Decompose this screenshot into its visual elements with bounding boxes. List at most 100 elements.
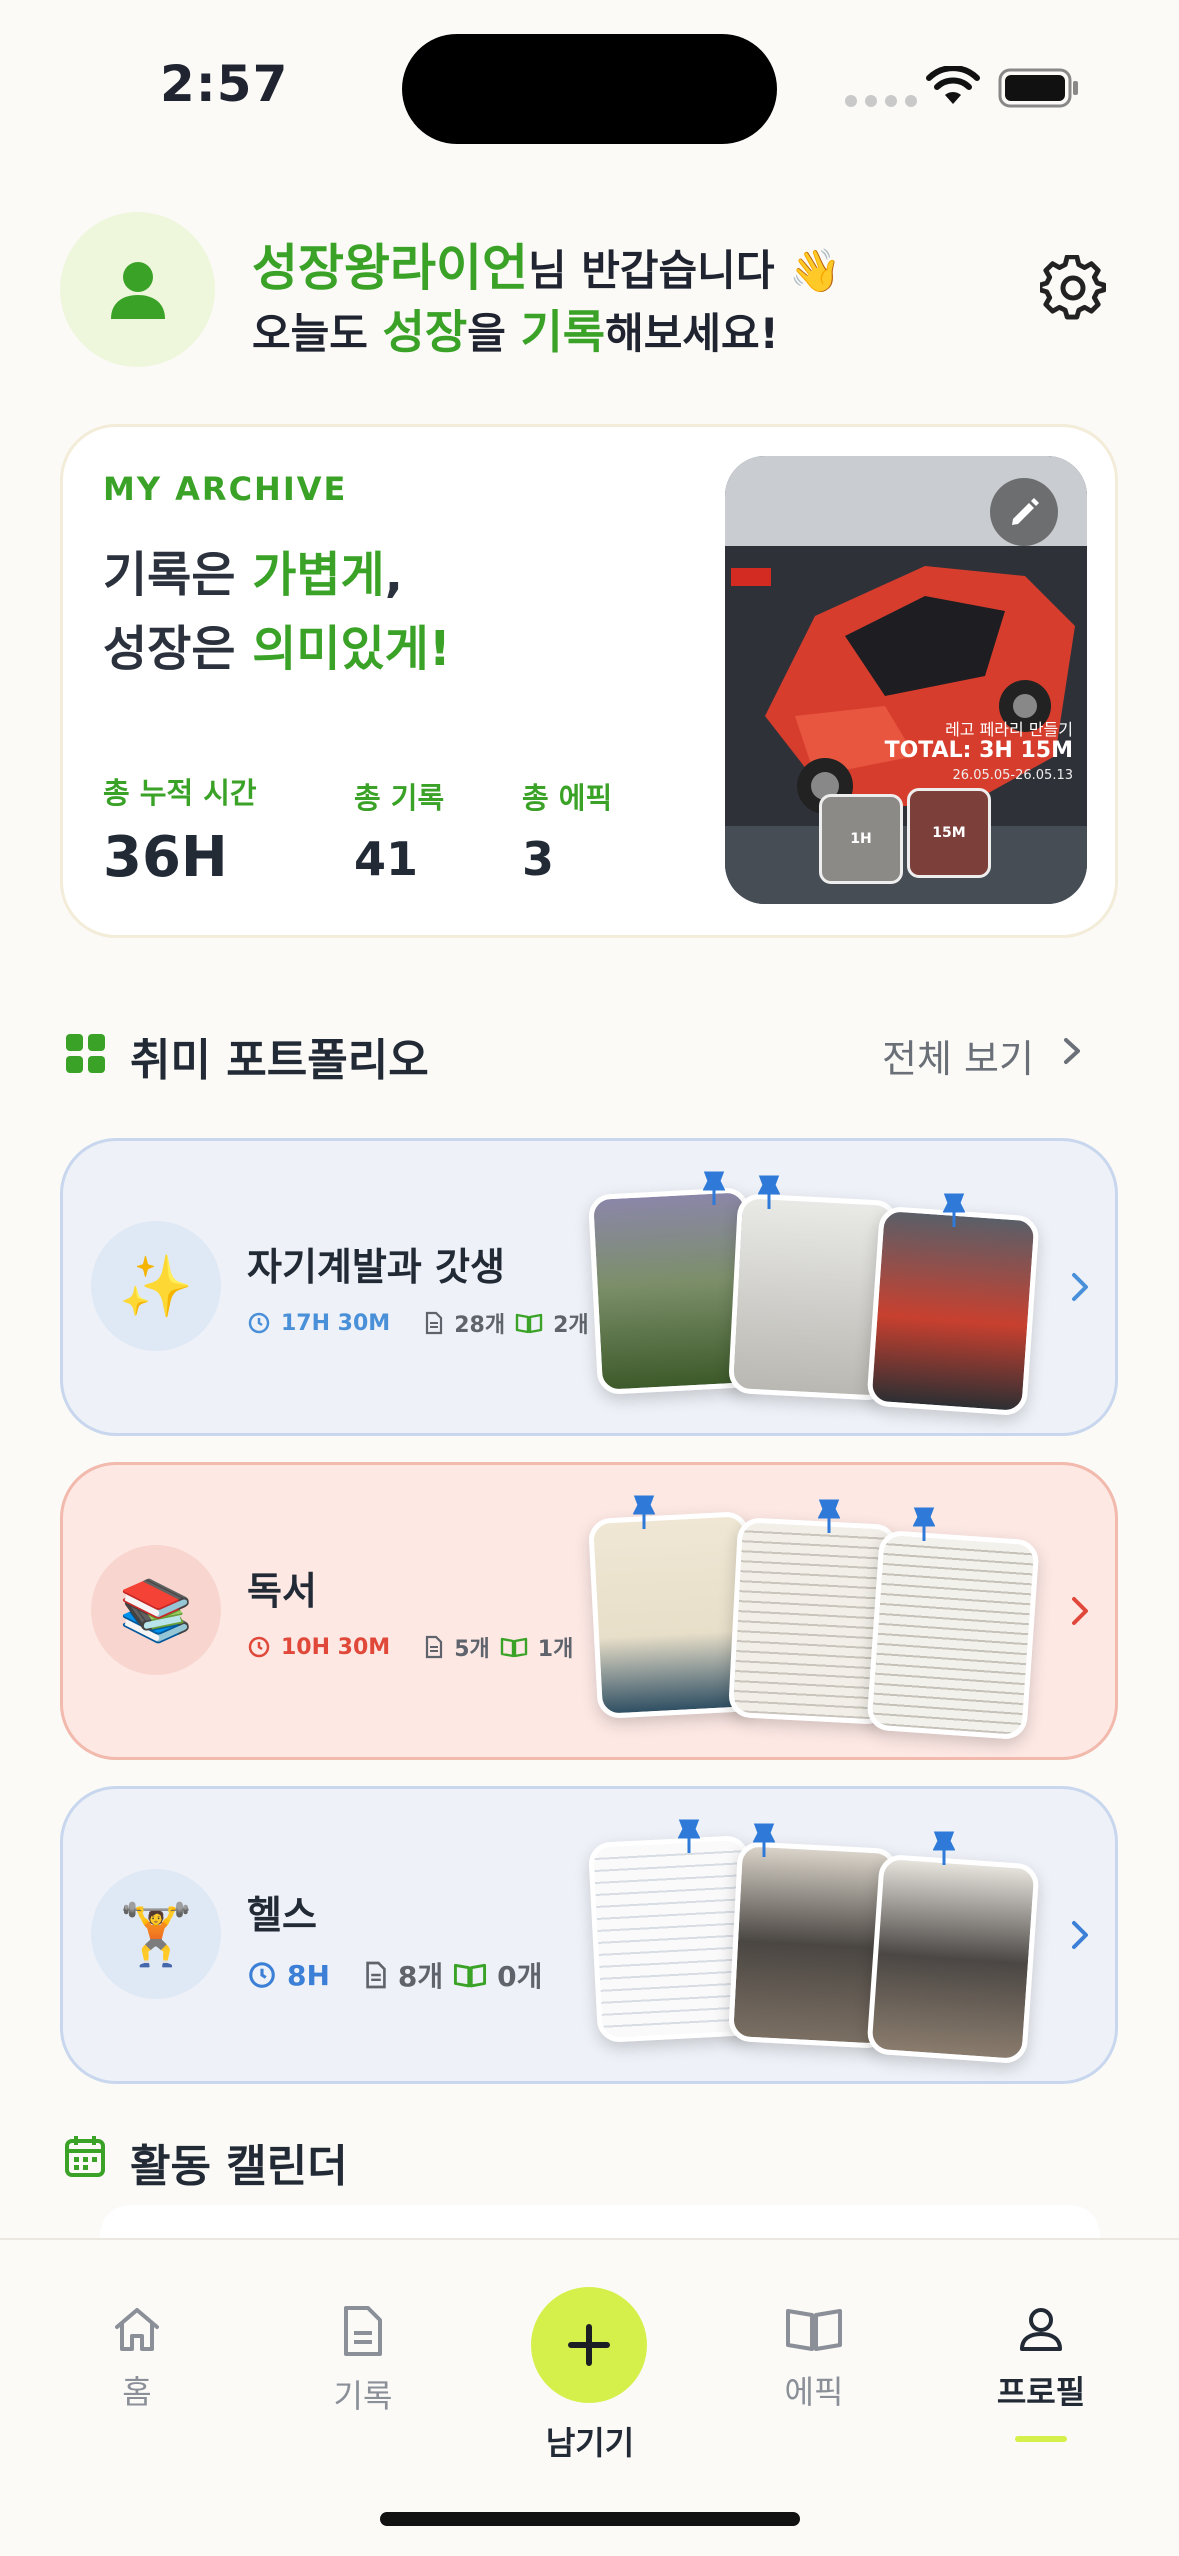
- archive-label: MY ARCHIVE: [103, 470, 348, 508]
- calendar-title: 활동 캘린더: [130, 2141, 348, 2192]
- archive-photo-range: 26.05.05-26.05.13: [952, 768, 1073, 783]
- archive-thumb-1[interactable]: 1H: [819, 794, 903, 884]
- book-open-icon: [500, 1637, 527, 1658]
- hobby-records: 28개: [454, 1313, 506, 1338]
- archive-title-highlight: 의미있게!: [252, 621, 451, 677]
- hobby-meta: 17H 30M 28개 2개: [247, 1307, 589, 1339]
- hobby-meta: 10H 30M 5개 1개: [247, 1631, 573, 1663]
- hobby-photo-stack[interactable]: [587, 1819, 1063, 2065]
- books-icon: 📚: [91, 1545, 221, 1675]
- book-open-icon: [454, 1963, 487, 1988]
- hobby-name: 독서: [247, 1569, 317, 1613]
- hobby-name: 자기계발과 갓생: [247, 1245, 505, 1289]
- document-icon: [426, 1635, 443, 1659]
- stat-total-epics-label: 총 에픽: [522, 781, 613, 815]
- clock-icon: [248, 1312, 270, 1334]
- greeting-text: 을: [467, 309, 521, 358]
- tab-records[interactable]: 기록: [283, 2305, 443, 2417]
- active-tab-indicator: [1015, 2436, 1067, 2442]
- book-open-icon: [786, 2309, 842, 2351]
- document-icon: [426, 1311, 443, 1335]
- greeting-highlight-record: 기록: [520, 305, 606, 359]
- grid-icon: [66, 1034, 105, 1073]
- tab-profile[interactable]: 프로필: [961, 2305, 1121, 2413]
- pin-icon: [753, 1823, 775, 1857]
- pin-icon: [703, 1171, 725, 1205]
- stat-total-time-value: 36H: [103, 825, 228, 890]
- archive-title-text: ,: [384, 547, 403, 603]
- battery-icon: [998, 68, 1078, 108]
- hobby-name: 헬스: [247, 1893, 317, 1937]
- weightlifter-icon: 🏋️: [91, 1869, 221, 1999]
- pin-icon: [913, 1507, 935, 1541]
- greeting-line-2: 오늘도 성장을 기록해보세요!: [252, 296, 779, 362]
- hobby-epics: 1개: [537, 1637, 574, 1662]
- tab-epic-label: 에픽: [784, 2373, 844, 2411]
- tab-epic[interactable]: 에픽: [734, 2305, 894, 2413]
- archive-title-text: 기록은: [103, 547, 253, 603]
- archive-title-text: 성장은: [103, 621, 253, 677]
- chevron-right-icon[interactable]: [1060, 1036, 1084, 1066]
- hobby-card[interactable]: 📚 독서 10H 30M 5개 1개: [60, 1462, 1118, 1760]
- pin-icon: [678, 1819, 700, 1853]
- stat-total-epics-value: 3: [522, 832, 555, 886]
- pin-icon: [633, 1495, 655, 1529]
- sparkles-icon: ✨: [91, 1221, 221, 1351]
- greeting-highlight-growth: 성장: [382, 305, 468, 359]
- tab-profile-label: 프로필: [996, 2373, 1086, 2411]
- photo-card: [866, 1205, 1040, 1417]
- edit-button[interactable]: [990, 478, 1058, 546]
- document-icon: [344, 2306, 382, 2356]
- archive-photo-total: TOTAL: 3H 15M: [884, 738, 1073, 763]
- archive-photo-subtitle: 레고 페라리 만들기: [945, 720, 1073, 739]
- avatar[interactable]: [60, 212, 215, 367]
- signal-icon: [845, 95, 917, 107]
- add-record-label[interactable]: 남기기: [530, 2418, 650, 2464]
- hobby-time: 8H: [287, 1958, 330, 1992]
- archive-thumb-1-label: 1H: [850, 831, 872, 847]
- stat-total-records-value: 41: [354, 832, 419, 886]
- chevron-right-icon[interactable]: [1068, 1269, 1092, 1305]
- chevron-right-icon[interactable]: [1068, 1917, 1092, 1953]
- tab-home-label: 홈: [122, 2373, 152, 2411]
- hobby-card[interactable]: ✨ 자기계발과 갓생 17H 30M 28개 2개: [60, 1138, 1118, 1436]
- archive-thumb-2[interactable]: 15M: [907, 788, 991, 878]
- settings-gear-icon[interactable]: [1040, 255, 1106, 321]
- chevron-right-icon[interactable]: [1068, 1593, 1092, 1629]
- plus-icon: [568, 2324, 610, 2366]
- add-record-button[interactable]: [531, 2287, 647, 2403]
- stat-total-records-label: 총 기록: [354, 781, 445, 815]
- nickname: 성장왕라이언: [252, 239, 528, 297]
- hobby-epics: 0개: [497, 1960, 543, 1993]
- clock-icon: [249, 1962, 275, 1988]
- greeting-suffix: 님 반갑습니다 👋: [528, 246, 842, 295]
- dynamic-island: [402, 34, 777, 144]
- hobby-photo-stack[interactable]: [587, 1495, 1063, 1741]
- hobby-time: 10H 30M: [281, 1634, 391, 1660]
- pin-icon: [933, 1831, 955, 1865]
- calendar-icon: [65, 2136, 105, 2177]
- book-open-icon: [515, 1313, 543, 1334]
- home-icon: [115, 2308, 159, 2351]
- hobby-card[interactable]: 🏋️ 헬스 8H 8개 0개: [60, 1786, 1118, 2084]
- tab-home[interactable]: 홈: [57, 2305, 217, 2413]
- stat-total-time-label: 총 누적 시간: [103, 776, 257, 810]
- tab-records-label: 기록: [333, 2377, 393, 2415]
- document-icon: [366, 1961, 386, 1989]
- greeting-line-1: 성장왕라이언님 반갑습니다 👋: [252, 228, 841, 300]
- hobby-records: 8개: [397, 1960, 444, 1993]
- hobby-epics: 2개: [553, 1313, 589, 1338]
- clock-icon: [248, 1636, 270, 1658]
- pin-icon: [818, 1499, 840, 1533]
- status-time: 2:57: [160, 55, 289, 113]
- greeting-text: 해보세요!: [605, 309, 779, 358]
- user-icon: [1020, 2308, 1062, 2351]
- pin-icon: [943, 1193, 965, 1227]
- archive-title: 기록은 가볍게, 성장은 의미있게!: [103, 538, 451, 686]
- home-indicator: [380, 2512, 800, 2526]
- wifi-icon: [926, 66, 980, 104]
- see-all-link[interactable]: 전체 보기: [882, 1028, 1034, 1083]
- hobby-photo-stack[interactable]: [587, 1171, 1063, 1417]
- archive-title-highlight: 가볍게: [252, 547, 385, 603]
- portfolio-title: 취미 포트폴리오: [130, 1035, 429, 1086]
